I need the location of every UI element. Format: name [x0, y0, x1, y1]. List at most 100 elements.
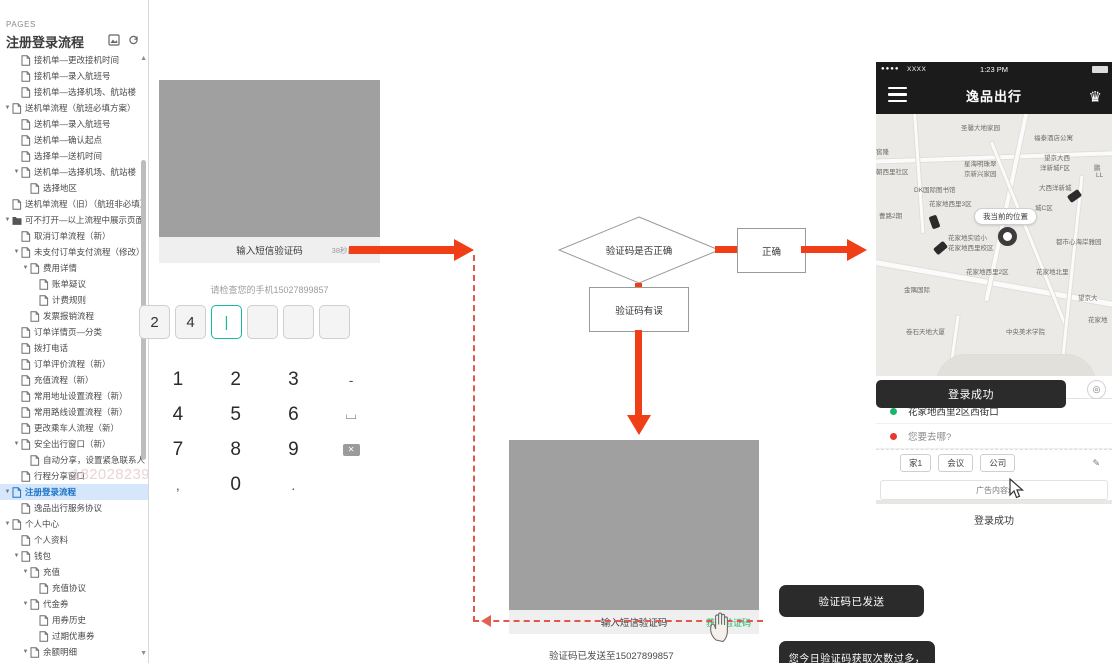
favorite-chips-row[interactable]: 家1 会议 公司 ✎	[876, 449, 1112, 477]
tree-item[interactable]: 送机单—录入航班号	[0, 116, 148, 132]
chevron-down-icon[interactable]: ▼	[21, 649, 30, 655]
tree-item[interactable]: ▼ 注册登录流程	[0, 484, 148, 500]
code-cell-4[interactable]	[247, 305, 278, 339]
favorite-chip-3[interactable]: 公司	[980, 454, 1016, 472]
keypad-key--[interactable]: -	[322, 362, 380, 397]
tree-item-label: 未支付订单支付流程（修改）	[34, 247, 145, 257]
tree-item[interactable]: ▼ 可不打开—以上流程中展示页面	[0, 212, 148, 228]
tree-item[interactable]: 取消订单流程（新）	[0, 228, 148, 244]
locate-icon[interactable]: ◎	[1087, 380, 1106, 399]
page-icon	[21, 374, 31, 386]
verification-code-input[interactable]: 2 4 |	[139, 305, 384, 339]
chevron-down-icon[interactable]: ▼	[3, 521, 12, 527]
tree-item[interactable]: 选择单—送机时间	[0, 148, 148, 164]
chevron-down-icon[interactable]: ▼	[21, 601, 30, 607]
tree-item[interactable]: 逸品出行服务协议	[0, 500, 148, 516]
tree-item[interactable]: ▼ 充值	[0, 564, 148, 580]
tree-item[interactable]: 充值协议	[0, 580, 148, 596]
map-label: 圣馨大地家园	[961, 125, 1000, 132]
favorite-chip-1[interactable]: 家1	[900, 454, 932, 472]
keypad-key-,[interactable]: ,	[149, 467, 207, 502]
chevron-down-icon[interactable]: ▼	[3, 489, 12, 495]
tree-item[interactable]: 常用地址设置流程（新）	[0, 388, 148, 404]
tree-item[interactable]: 选择地区	[0, 180, 148, 196]
tree-item[interactable]: 接机单—更改接机时间	[0, 52, 148, 68]
keypad-key-2[interactable]: 2	[207, 362, 265, 397]
tree-item[interactable]: ▼ 费用详情	[0, 260, 148, 276]
code-cell-6[interactable]	[319, 305, 350, 339]
tree-item[interactable]: ▼ 代金券	[0, 596, 148, 612]
code-sent-caption: 验证码已发送至15027899857	[549, 651, 674, 662]
tree-item[interactable]: 自动分享，设置紧急联系人	[0, 452, 148, 468]
chevron-down-icon[interactable]: ▼	[21, 569, 30, 575]
keypad-key-3[interactable]: 3	[265, 362, 323, 397]
ad-banner[interactable]: 广告内容x	[880, 480, 1108, 500]
keypad-key-4[interactable]: 4	[149, 397, 207, 432]
backspace-key[interactable]: ✕	[322, 432, 380, 467]
tree-item[interactable]: 更改乘车人流程（新）	[0, 420, 148, 436]
tree-item[interactable]: ▼ 送机单—选择机场、航站楼	[0, 164, 148, 180]
tree-item[interactable]: 充值流程（新）	[0, 372, 148, 388]
tree-item[interactable]: 账单疑议	[0, 276, 148, 292]
crown-icon[interactable]: ♛	[1089, 88, 1102, 106]
tree-item[interactable]: 常用路线设置流程（新）	[0, 404, 148, 420]
chevron-down-icon[interactable]: ▼	[12, 169, 21, 175]
tree-item[interactable]: 接机单—选择机场、航站楼	[0, 84, 148, 100]
map-label: 花家地	[1088, 317, 1108, 324]
chevron-down-icon[interactable]: ▼	[12, 249, 21, 255]
tree-item[interactable]: 送机单流程（旧）（航班非必填）	[0, 196, 148, 212]
code-cell-1[interactable]: 2	[139, 305, 170, 339]
keypad-key-6[interactable]: 6	[265, 397, 323, 432]
scroll-down-arrow[interactable]: ▼	[140, 650, 147, 657]
tree-item[interactable]: ▼ 未支付订单支付流程（修改）	[0, 244, 148, 260]
destination-row[interactable]: 您要去哪?	[876, 424, 1112, 449]
tree-item[interactable]: 订单评价流程（新）	[0, 356, 148, 372]
map-label: 花家地西里2区	[966, 269, 1009, 276]
keypad-key-0[interactable]: 0	[207, 467, 265, 502]
refresh-icon[interactable]	[128, 33, 140, 45]
tree-item[interactable]: ▼ 余额明细	[0, 644, 148, 660]
keypad-key-⌴[interactable]: ⌴	[322, 397, 380, 432]
chevron-down-icon[interactable]: ▼	[12, 553, 21, 559]
page-icon	[21, 422, 31, 434]
tree-item[interactable]: 拨打电话	[0, 340, 148, 356]
tree-item[interactable]: 订单详情页—分类	[0, 324, 148, 340]
scroll-up-arrow[interactable]: ▲	[140, 55, 147, 62]
sms-screen-placeholder	[159, 80, 380, 237]
backspace-icon: ✕	[342, 443, 360, 456]
mouse-cursor	[1009, 477, 1025, 505]
keypad-key-5[interactable]: 5	[207, 397, 265, 432]
chevron-down-icon[interactable]: ▼	[3, 217, 12, 223]
tree-item[interactable]: 个人资料	[0, 532, 148, 548]
tree-item[interactable]: 行程分享窗口	[0, 468, 148, 484]
code-cell-3[interactable]: |	[211, 305, 242, 339]
favorite-chip-2[interactable]: 会议	[938, 454, 974, 472]
save-image-icon[interactable]	[108, 33, 120, 46]
tree-item[interactable]: ▼ 个人中心	[0, 516, 148, 532]
tree-item[interactable]: 接机单—录入航班号	[0, 68, 148, 84]
chevron-down-icon[interactable]: ▼	[21, 265, 30, 271]
keypad-key-8[interactable]: 8	[207, 432, 265, 467]
my-location-bubble: 我当前的位置	[974, 208, 1037, 225]
pages-tree[interactable]: 接机单—更改接机时间 接机单—录入航班号 接机单—选择机场、航站楼 ▼ 送机单流程（航班…	[0, 52, 148, 663]
tree-item[interactable]: ▼ 钱包	[0, 548, 148, 564]
code-cell-5[interactable]	[283, 305, 314, 339]
keypad-key-.[interactable]: .	[265, 467, 323, 502]
keypad-key-7[interactable]: 7	[149, 432, 207, 467]
tree-item[interactable]: ▼ 安全出行窗口（新）	[0, 436, 148, 452]
code-cell-2[interactable]: 4	[175, 305, 206, 339]
tree-item-label: 逸品出行服务协议	[34, 503, 103, 513]
tree-item[interactable]: 用券历史	[0, 612, 148, 628]
keypad-key-1[interactable]: 1	[149, 362, 207, 397]
chevron-down-icon[interactable]: ▼	[12, 441, 21, 447]
keypad-key-9[interactable]: 9	[265, 432, 323, 467]
tree-item[interactable]: 过期优惠券	[0, 628, 148, 644]
edit-icon[interactable]: ✎	[1092, 458, 1100, 469]
numeric-keypad[interactable]: 1 2 3- 4 5 6 ⌴ 7 8 9 ✕, 0.	[149, 362, 380, 502]
tree-item[interactable]: 计费规则	[0, 292, 148, 308]
tree-item-label: 更改乘车人流程（新）	[34, 423, 120, 433]
tree-item[interactable]: 送机单—确认起点	[0, 132, 148, 148]
chevron-down-icon[interactable]: ▼	[3, 105, 12, 111]
tree-item[interactable]: 发票报销流程	[0, 308, 148, 324]
tree-item[interactable]: ▼ 送机单流程（航班必填方案）	[0, 100, 148, 116]
